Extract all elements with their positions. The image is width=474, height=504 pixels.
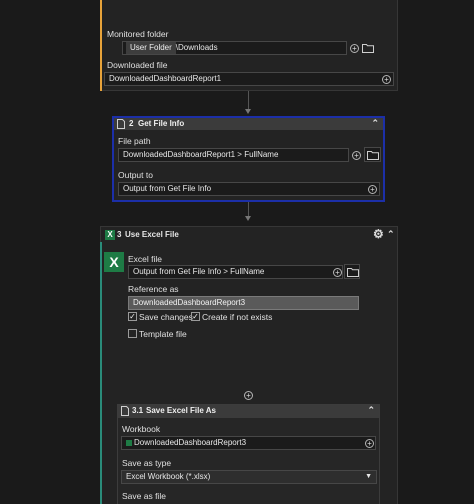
file-path-label: File path [118,136,151,146]
folder-icon [347,268,359,277]
scope-line [100,242,102,504]
output-to-field[interactable]: Output from Get File Info [118,182,380,196]
chevron-down-icon: ▼ [365,473,372,480]
add-action-icon[interactable]: + [244,391,253,400]
get-file-info-header[interactable]: 2 Get File Info ⌃ [114,118,383,130]
step-number: 3.1 [132,406,144,415]
template-file-checkbox[interactable] [128,329,137,338]
variable-icon [126,439,132,446]
folder-icon[interactable] [362,43,374,53]
save-changes-checkbox[interactable]: ✓ [128,312,137,321]
folder-button[interactable] [344,264,360,279]
excel-file-field[interactable]: Output from Get File Info > FullName [128,265,343,279]
document-icon [121,406,129,416]
create-if-not-exists-checkbox[interactable]: ✓ [191,312,200,321]
collapse-chevron-icon[interactable]: ⌃ [371,117,379,129]
folder-path-text: \Downloads [175,43,218,52]
connector-line [248,202,249,217]
output-to-label: Output to [118,170,153,180]
step1-accent-bar [100,0,102,91]
folder-icon [367,151,379,160]
create-if-not-exists-label: Create if not exists [202,312,273,322]
add-variable-icon[interactable]: + [352,151,361,160]
save-excel-file-as-card [117,404,380,504]
file-path-field[interactable]: DownloadedDashboardReport1 > FullName [118,148,349,162]
downloaded-file-label: Downloaded file [107,60,168,70]
folder-button[interactable] [364,147,381,162]
step-title: Save Excel File As [146,406,216,415]
save-as-type-value: Excel Workbook (*.xlsx) [126,472,211,481]
use-excel-file-header[interactable]: X 3 Use Excel File ⚙ ⌃ [101,227,397,243]
excel-file-label: Excel file [128,254,163,264]
document-icon [117,119,125,129]
save-excel-file-as-header[interactable]: 3.1 Save Excel File As ⌃ [118,405,379,418]
monitored-folder-label: Monitored folder [107,29,169,39]
add-variable-icon[interactable]: + [365,439,374,448]
step-number: 2 [129,119,134,128]
add-variable-icon[interactable]: + [350,44,359,53]
user-folder-chip: User Folder [126,42,176,54]
workbook-label: Workbook [122,424,161,434]
save-changes-label: Save changes [139,312,193,322]
add-variable-icon[interactable]: + [368,185,377,194]
workbook-field[interactable]: DownloadedDashboardReport3 [121,436,376,450]
step-title: Use Excel File [125,230,179,239]
connector-arrow [245,216,251,221]
save-as-type-label: Save as type [122,458,172,468]
add-variable-icon[interactable]: + [333,268,342,277]
gear-icon[interactable]: ⚙ [373,226,384,242]
collapse-chevron-icon[interactable]: ⌃ [387,226,395,242]
save-as-file-label: Save as file [122,491,166,501]
save-as-type-select[interactable]: Excel Workbook (*.xlsx) ▼ [121,470,377,484]
connector-arrow [245,109,251,114]
template-file-label: Template file [139,329,187,339]
connector-line [248,91,249,110]
step-title: Get File Info [138,119,185,128]
excel-large-icon: X [104,252,124,272]
add-variable-icon[interactable]: + [382,75,391,84]
workbook-value: DownloadedDashboardReport3 [134,438,247,447]
downloaded-file-field[interactable]: DownloadedDashboardReport1 [104,72,394,86]
excel-small-icon: X [105,230,115,240]
reference-as-label: Reference as [128,284,179,294]
monitored-folder-field[interactable]: User Folder \Downloads [122,41,347,55]
reference-as-field[interactable]: DownloadedDashboardReport3 [128,296,359,310]
step-number: 3 [117,230,122,239]
collapse-chevron-icon[interactable]: ⌃ [367,404,375,416]
